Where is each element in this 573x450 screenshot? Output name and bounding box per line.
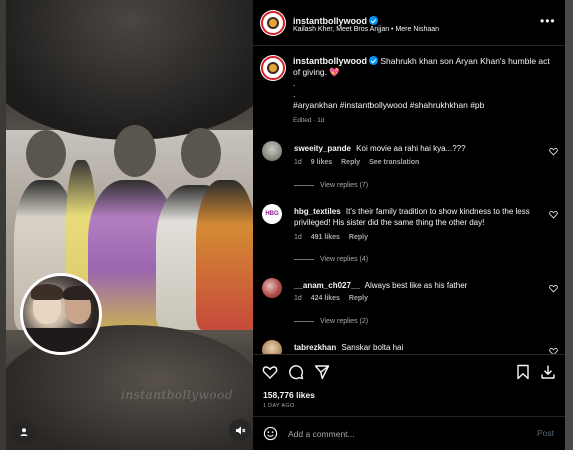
- comment-body: hbg_textiles It's their family tradition…: [294, 206, 539, 228]
- media-person-head: [114, 125, 156, 177]
- media-person-head: [181, 128, 221, 178]
- post-comment-button[interactable]: Post: [537, 428, 554, 438]
- like-comment-heart-icon[interactable]: [549, 210, 558, 219]
- comment-likes[interactable]: 9 likes: [311, 159, 332, 166]
- commenter-avatar[interactable]: HBG: [262, 204, 282, 224]
- replies-divider: [294, 259, 314, 260]
- heart-icon[interactable]: [262, 364, 278, 380]
- verified-badge-icon: [369, 56, 378, 65]
- comment-username[interactable]: hbg_textiles: [294, 207, 341, 216]
- caption-hashtags[interactable]: #aryankhan #instantbollywood #shahrukhkh…: [293, 100, 555, 111]
- comment-text: Always best like as his father: [364, 281, 468, 290]
- media-roof: [6, 0, 253, 140]
- post-header: instantbollywood Kailash Kher, Meet Bros…: [253, 0, 565, 46]
- post-actions: 158,776 likes 1 DAY AGO: [253, 354, 565, 416]
- comment-username[interactable]: __anam_ch027__: [294, 281, 360, 290]
- comment-likes[interactable]: 491 likes: [311, 234, 340, 241]
- user-icon: [20, 428, 28, 436]
- media-watermark: instantbollywood: [121, 388, 234, 402]
- media-person-head: [26, 130, 66, 178]
- more-options-button[interactable]: •••: [540, 14, 556, 28]
- comment-username[interactable]: tabrezkhan: [294, 343, 336, 352]
- author-username[interactable]: instantbollywood: [293, 16, 367, 26]
- avatar-ring: [261, 11, 285, 35]
- post-details-panel: instantbollywood Kailash Kher, Meet Bros…: [253, 0, 565, 450]
- speaker-muted-icon: [235, 426, 245, 434]
- bookmark-icon[interactable]: [515, 364, 531, 380]
- post-media[interactable]: instantbollywood: [6, 0, 253, 450]
- caption-avatar[interactable]: [260, 55, 286, 81]
- audio-link[interactable]: Kailash Kher, Meet Bros Anjjan • Mere Ni…: [293, 26, 439, 33]
- author-avatar[interactable]: [260, 10, 286, 36]
- reply-button[interactable]: Reply: [349, 234, 368, 241]
- inset-hair: [31, 284, 63, 300]
- reply-button[interactable]: Reply: [341, 159, 360, 166]
- avatar-logo: [267, 17, 279, 29]
- caption: instantbollywood Shahrukh khan son Aryan…: [293, 56, 555, 111]
- comment-time: 1d: [294, 234, 302, 241]
- view-replies-label: View replies (4): [320, 256, 369, 263]
- comment-meta: 1d 491 likes Reply: [294, 234, 375, 241]
- comment-body: tabrezkhan Sanskar bolta hai: [294, 342, 539, 353]
- caption-dot: .: [293, 89, 296, 99]
- like-comment-heart-icon[interactable]: [549, 347, 558, 354]
- commenter-avatar[interactable]: [262, 278, 282, 298]
- comment-input[interactable]: [288, 425, 518, 442]
- comment-text: Koi movie aa rahi hai kya...???: [356, 144, 466, 153]
- view-replies-button[interactable]: View replies (7): [294, 182, 368, 189]
- comment-body: sweeity_pande Koi movie aa rahi hai kya.…: [294, 143, 539, 154]
- see-translation-button[interactable]: See translation: [369, 159, 419, 166]
- share-icon[interactable]: [314, 364, 330, 380]
- comment-time: 1d: [294, 295, 302, 302]
- comment-composer: Post: [253, 416, 565, 450]
- caption-edited-time: Edited · 1d: [293, 117, 325, 124]
- comment-icon[interactable]: [288, 364, 304, 380]
- comment-meta: 1d 9 likes Reply See translation: [294, 159, 426, 166]
- emoji-icon[interactable]: [263, 426, 278, 441]
- view-replies-label: View replies (2): [320, 318, 369, 325]
- comment-likes[interactable]: 424 likes: [311, 295, 340, 302]
- replies-divider: [294, 185, 314, 186]
- verified-badge-icon: [369, 16, 378, 25]
- avatar-ring: [261, 56, 285, 80]
- backdrop-right: [565, 0, 573, 450]
- comment-text: Sanskar bolta hai: [341, 343, 404, 352]
- reply-button[interactable]: Reply: [349, 295, 368, 302]
- inset-hair: [63, 286, 93, 300]
- view-replies-label: View replies (7): [320, 182, 369, 189]
- mute-button[interactable]: [229, 419, 251, 441]
- inset-shirts: [23, 328, 99, 352]
- view-replies-button[interactable]: View replies (2): [294, 318, 368, 325]
- comment-username[interactable]: sweeity_pande: [294, 144, 351, 153]
- download-icon[interactable]: [540, 364, 556, 380]
- view-replies-button[interactable]: View replies (4): [294, 256, 368, 263]
- commenter-avatar[interactable]: [262, 141, 282, 161]
- like-comment-heart-icon[interactable]: [549, 284, 558, 293]
- media-person: [196, 180, 253, 330]
- tagged-users-button[interactable]: [13, 421, 35, 443]
- comment-time: 1d: [294, 159, 302, 166]
- hbg-logo-text: HBG: [265, 211, 279, 217]
- replies-divider: [294, 321, 314, 322]
- comment-meta: 1d 424 likes Reply: [294, 295, 375, 302]
- avatar-logo: [267, 62, 279, 74]
- likes-count[interactable]: 158,776 likes: [263, 390, 315, 400]
- caption-username[interactable]: instantbollywood: [293, 56, 367, 66]
- comment: tabrezkhan Sanskar bolta hai: [253, 340, 565, 354]
- caption-dot: .: [293, 78, 296, 88]
- post-time: 1 DAY AGO: [263, 403, 295, 409]
- comment-body: __anam_ch027__ Always best like as his f…: [294, 280, 539, 291]
- commenter-avatar[interactable]: [262, 340, 282, 354]
- inset-photo: [20, 273, 102, 355]
- like-comment-heart-icon[interactable]: [549, 147, 558, 156]
